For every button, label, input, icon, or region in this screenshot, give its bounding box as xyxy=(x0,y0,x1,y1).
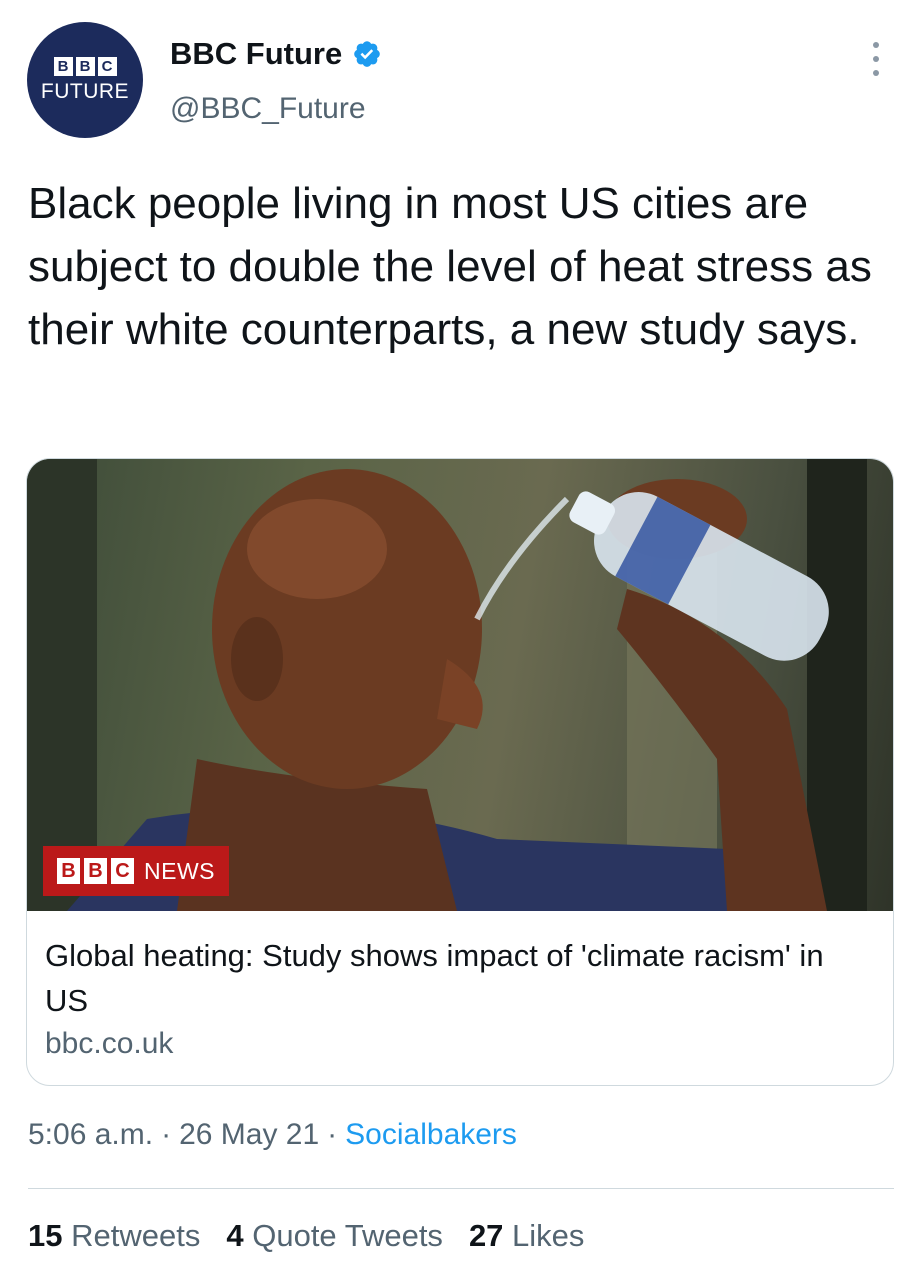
meta-separator: · xyxy=(161,1118,172,1151)
avatar-block: C xyxy=(97,56,117,76)
meta-separator: · xyxy=(327,1118,338,1151)
likes-stat[interactable]: 27 Likes xyxy=(469,1218,584,1254)
handle[interactable]: @BBC_Future xyxy=(170,92,366,126)
tweet: B B C FUTURE BBC Future @BBC_Future Blac… xyxy=(0,0,920,1280)
tweet-text: Black people living in most US cities ar… xyxy=(28,179,872,354)
news-badge-block: C xyxy=(111,858,134,884)
avatar-bbc-blocks: B B C xyxy=(53,56,117,76)
news-badge-block: B xyxy=(57,858,80,884)
card-domain: bbc.co.uk xyxy=(45,1027,174,1060)
news-badge-block: B xyxy=(84,858,107,884)
avatar[interactable]: B B C FUTURE xyxy=(27,22,143,138)
avatar-block: B xyxy=(53,56,73,76)
tweet-time[interactable]: 5:06 a.m. xyxy=(28,1118,153,1152)
card-photo-illustration xyxy=(27,459,867,911)
retweets-stat[interactable]: 15 Retweets xyxy=(28,1218,200,1254)
more-options-icon[interactable] xyxy=(866,42,886,76)
news-badge-word: NEWS xyxy=(144,857,215,884)
quotes-label: Quote Tweets xyxy=(252,1218,443,1253)
retweets-count: 15 xyxy=(28,1218,63,1253)
card-image: B B C NEWS xyxy=(27,459,893,911)
avatar-block: B xyxy=(75,56,95,76)
quotes-count: 4 xyxy=(226,1218,244,1253)
tweet-source[interactable]: Socialbakers xyxy=(345,1118,517,1152)
engagement-stats: 15 Retweets 4 Quote Tweets 27 Likes xyxy=(28,1218,584,1254)
tweet-meta: 5:06 a.m. · 26 May 21 · Socialbakers xyxy=(28,1118,517,1152)
verified-badge-icon xyxy=(354,41,381,67)
retweets-label: Retweets xyxy=(71,1218,201,1253)
avatar-word: FUTURE xyxy=(40,79,130,103)
bbc-news-badge: B B C NEWS xyxy=(43,846,229,896)
likes-count: 27 xyxy=(468,1218,504,1253)
author-name-row: BBC Future xyxy=(170,36,382,72)
quote-tweets-stat[interactable]: 4 Quote Tweets xyxy=(226,1218,443,1254)
display-name[interactable]: BBC Future xyxy=(170,36,342,72)
link-card[interactable]: B B C NEWS Global heating: Study shows i… xyxy=(26,458,894,1086)
likes-label: Likes xyxy=(512,1218,585,1253)
divider xyxy=(28,1188,894,1189)
tweet-date[interactable]: 26 May 21 xyxy=(179,1118,319,1152)
card-title[interactable]: Global heating: Study shows impact of 'c… xyxy=(45,933,875,1023)
